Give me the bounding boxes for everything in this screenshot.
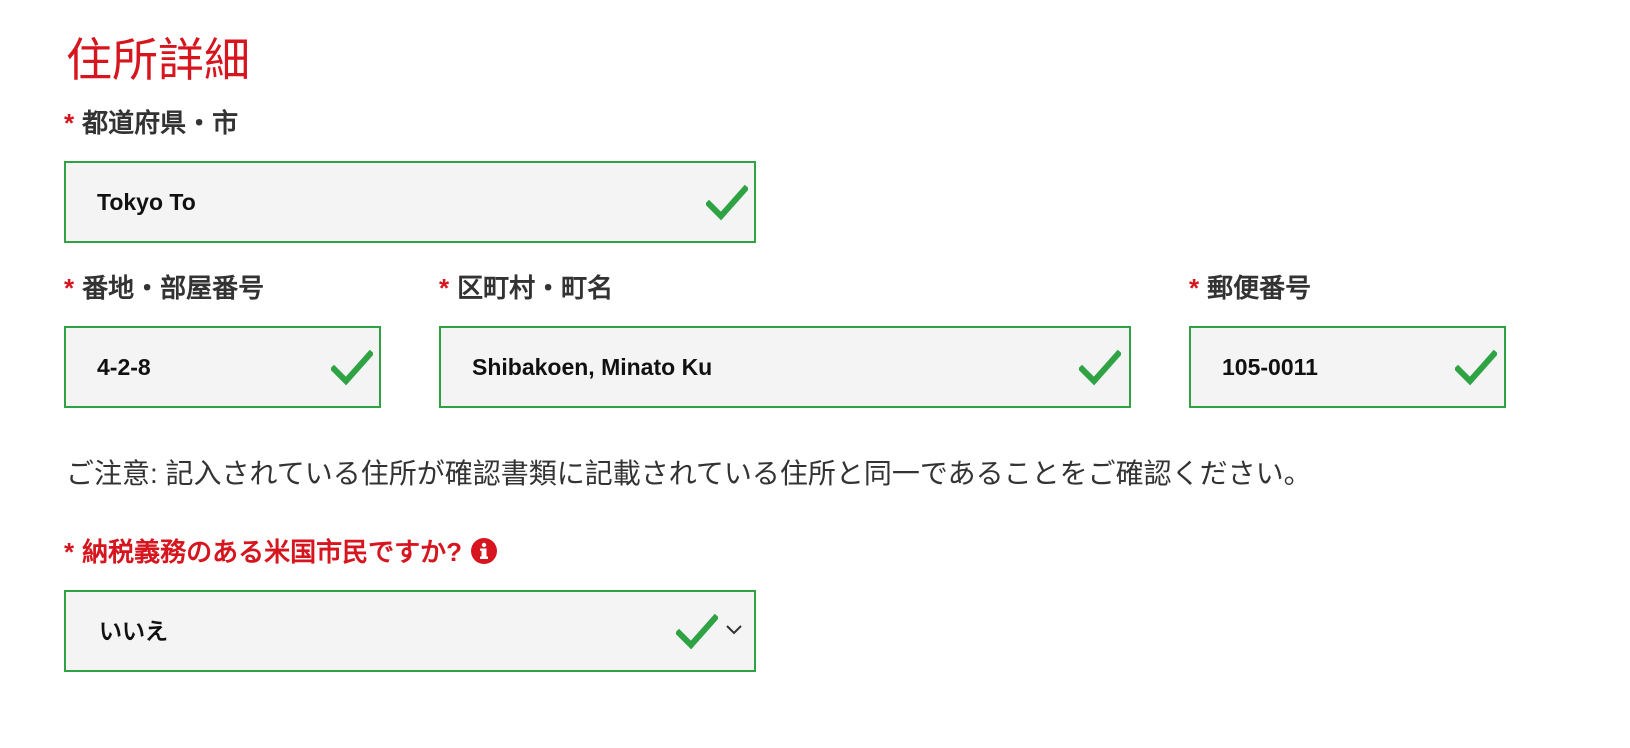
checkmark-icon	[676, 613, 718, 650]
us-taxpayer-label: * 納税義務のある米国市民ですか?	[64, 535, 498, 569]
prefecture-city-label-text: 都道府県・市	[82, 108, 239, 138]
checkmark-icon	[706, 184, 748, 221]
us-taxpayer-select[interactable]: いいえ	[64, 590, 756, 672]
town-label: * 区町村・町名	[439, 271, 613, 305]
address-details-form: 住所詳細 * 都道府県・市 Tokyo To * 番地・部屋番号 4-2-8 * 区町…	[0, 0, 1630, 748]
street-label-text: 番地・部屋番号	[82, 273, 265, 303]
info-icon[interactable]	[470, 537, 498, 565]
postal-code-input[interactable]: 105-0011	[1189, 326, 1506, 408]
required-mark: *	[64, 537, 75, 567]
prefecture-city-value[interactable]: Tokyo To	[97, 163, 196, 241]
checkmark-icon	[1455, 349, 1497, 386]
required-mark: *	[64, 108, 75, 138]
us-taxpayer-value[interactable]: いいえ	[99, 592, 168, 670]
street-value[interactable]: 4-2-8	[97, 328, 151, 406]
town-label-text: 区町村・町名	[457, 273, 614, 303]
chevron-down-icon[interactable]	[724, 622, 744, 638]
town-input[interactable]: Shibakoen, Minato Ku	[439, 326, 1131, 408]
required-mark: *	[439, 273, 450, 303]
street-label: * 番地・部屋番号	[64, 271, 264, 305]
postal-code-value[interactable]: 105-0011	[1222, 328, 1318, 406]
address-note: ご注意: 記入されている住所が確認書類に記載されている住所と同一であることをご確…	[66, 458, 1312, 489]
required-mark: *	[1189, 273, 1200, 303]
postal-code-label-text: 郵便番号	[1207, 273, 1312, 303]
section-title: 住所詳細	[66, 34, 250, 86]
prefecture-city-input[interactable]: Tokyo To	[64, 161, 756, 243]
required-mark: *	[64, 273, 75, 303]
prefecture-city-label: * 都道府県・市	[64, 106, 238, 140]
checkmark-icon	[1079, 349, 1121, 386]
us-taxpayer-label-text: 納税義務のある米国市民ですか?	[82, 537, 463, 567]
town-value[interactable]: Shibakoen, Minato Ku	[472, 328, 712, 406]
street-input[interactable]: 4-2-8	[64, 326, 381, 408]
postal-code-label: * 郵便番号	[1189, 271, 1311, 305]
checkmark-icon	[331, 349, 373, 386]
